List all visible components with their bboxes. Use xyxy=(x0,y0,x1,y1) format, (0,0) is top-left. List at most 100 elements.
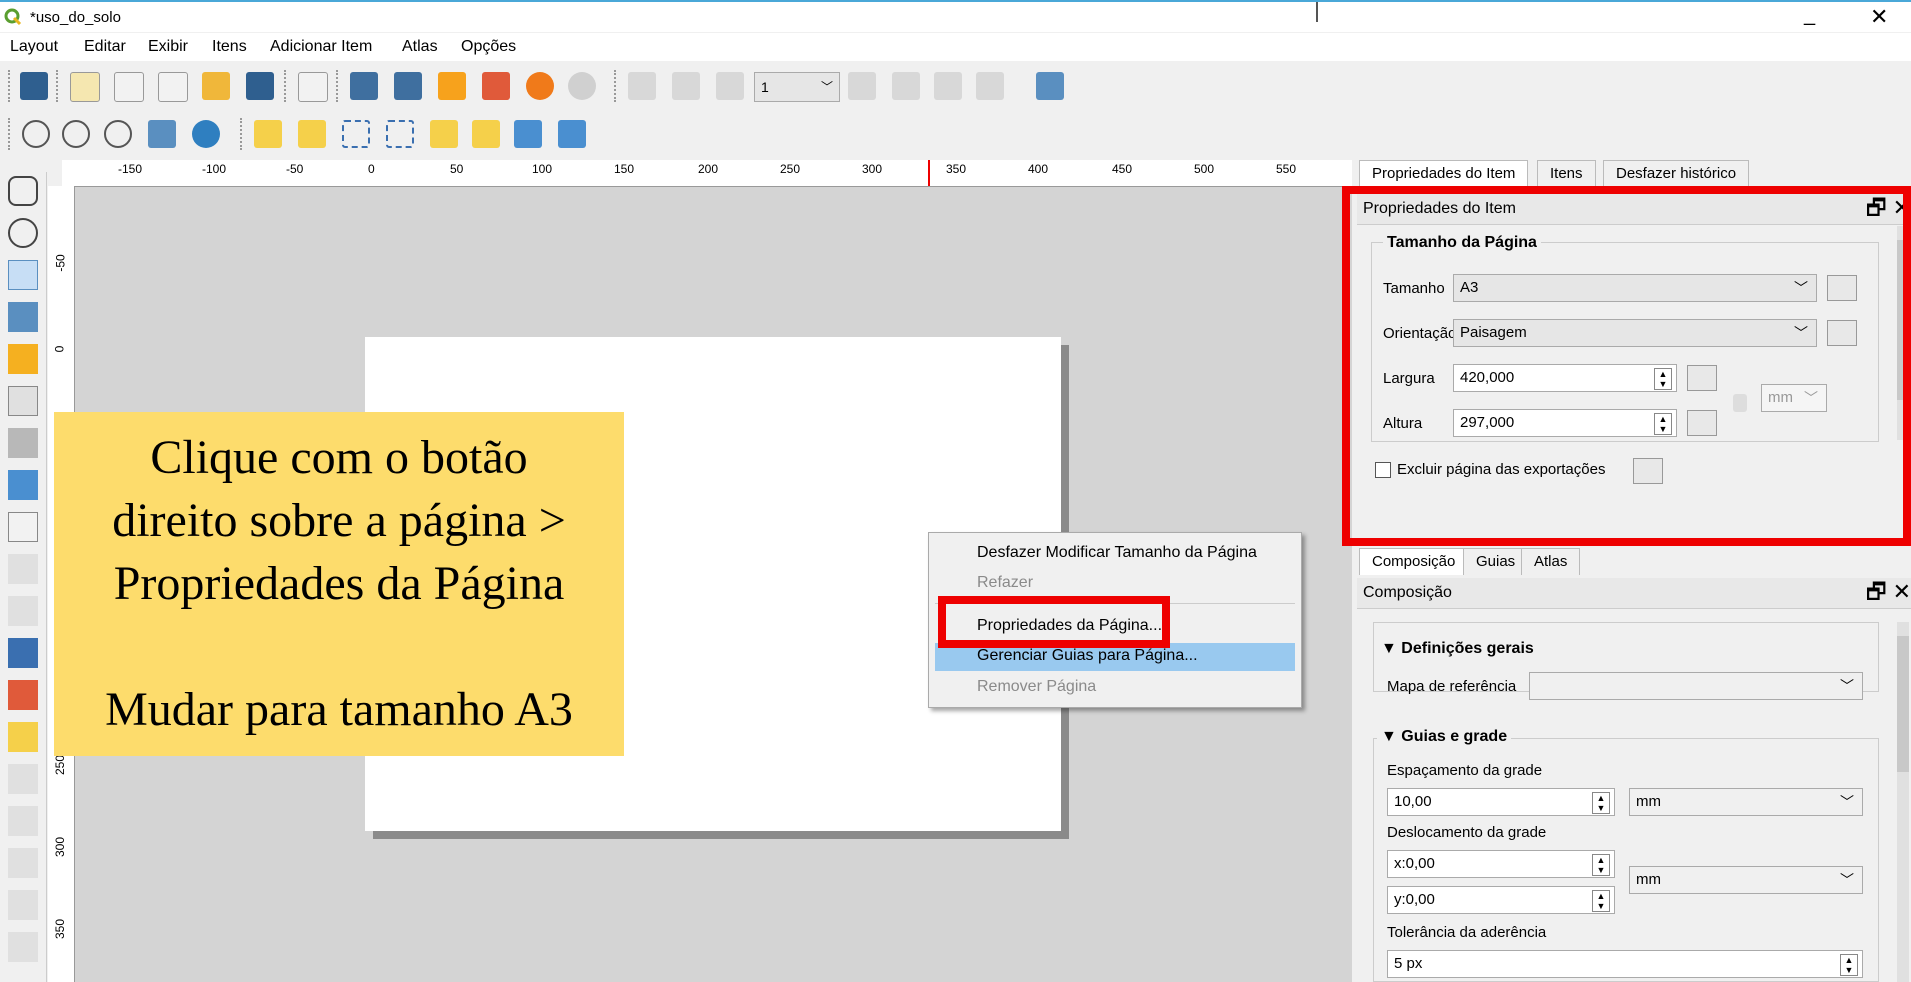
add-legend-icon[interactable] xyxy=(8,554,38,584)
spin-arrows-icon[interactable]: ▲ ▼ xyxy=(1840,954,1858,976)
scrollbar-thumb[interactable] xyxy=(1897,636,1909,772)
add-map-icon[interactable] xyxy=(8,386,38,416)
new-page-icon[interactable] xyxy=(298,72,328,102)
toolbar-grip[interactable] xyxy=(240,118,245,150)
export-image-icon[interactable] xyxy=(394,72,422,100)
toolbar-grip[interactable] xyxy=(284,70,289,102)
spin-arrows-icon[interactable]: ▲ ▼ xyxy=(1592,792,1610,814)
select-move-icon[interactable] xyxy=(8,260,38,290)
align-left-icon[interactable] xyxy=(472,120,500,148)
grid-offset-unit-combo[interactable]: mm ﹀ xyxy=(1629,866,1863,894)
menu-layout[interactable]: Layout xyxy=(10,38,58,56)
distribute-icon[interactable] xyxy=(514,120,542,148)
toolbar-grip[interactable] xyxy=(56,70,61,102)
offset-y-spinbox[interactable]: y:0,00 ▲ ▼ xyxy=(1387,886,1615,914)
pan-hand-icon[interactable] xyxy=(8,176,38,206)
zoom-out-icon[interactable] xyxy=(62,120,90,148)
export-pdf-icon[interactable] xyxy=(482,72,510,100)
atlas-settings-icon[interactable] xyxy=(1036,72,1064,100)
offset-x-spinbox[interactable]: x:0,00 ▲ ▼ xyxy=(1387,850,1615,878)
layout-manager-icon[interactable] xyxy=(158,72,188,102)
tab-guides[interactable]: Guias xyxy=(1463,548,1529,575)
menu-editar[interactable]: Editar xyxy=(84,38,126,56)
float-panel-icon[interactable]: 🗗 xyxy=(1866,579,1887,604)
add-scalebar-icon[interactable] xyxy=(8,596,38,626)
menu-adicionar-item[interactable]: Adicionar Item xyxy=(270,38,372,56)
redo-icon[interactable] xyxy=(568,72,596,100)
snap-tolerance-value: 5 px xyxy=(1394,955,1423,972)
toolbar-grip[interactable] xyxy=(8,118,13,150)
raise-items-icon[interactable] xyxy=(430,120,458,148)
general-group-title[interactable]: ▼ Definições gerais xyxy=(1377,640,1538,658)
left-toolbox xyxy=(0,172,47,982)
last-feature-icon[interactable] xyxy=(892,72,920,100)
print-icon[interactable] xyxy=(350,72,378,100)
toolbar-grip[interactable] xyxy=(8,70,13,102)
ref-map-combo[interactable]: ﹀ xyxy=(1529,672,1863,700)
zoom-in-icon[interactable] xyxy=(22,120,50,148)
move-content-icon[interactable] xyxy=(8,302,38,332)
add-label-icon[interactable] xyxy=(8,512,38,542)
edit-nodes-icon[interactable] xyxy=(8,344,38,374)
tab-items[interactable]: Itens xyxy=(1537,160,1596,187)
ruler-tick-label: 250 xyxy=(780,162,801,176)
add-picture-icon[interactable] xyxy=(8,470,38,500)
close-button[interactable]: ✕ xyxy=(1870,4,1888,30)
grid-spacing-spinbox[interactable]: 10,00 ▲ ▼ xyxy=(1387,788,1615,816)
zoom-actual-icon[interactable] xyxy=(104,120,132,148)
tab-item-properties[interactable]: Propriedades do Item xyxy=(1359,160,1529,187)
grid-spacing-unit-combo[interactable]: mm ﹀ xyxy=(1629,788,1863,816)
previous-feature-icon[interactable] xyxy=(716,72,744,100)
tab-composition[interactable]: Composição xyxy=(1359,548,1469,575)
lock-items-icon[interactable] xyxy=(254,120,282,148)
save-icon[interactable] xyxy=(20,72,48,100)
menu-item-redo[interactable]: Refazer xyxy=(977,574,1033,592)
add-html-icon[interactable] xyxy=(8,848,38,878)
undo-icon[interactable] xyxy=(526,72,554,100)
menu-item-manage-guides[interactable]: Gerenciar Guias para Página... xyxy=(977,647,1198,665)
menu-itens[interactable]: Itens xyxy=(212,38,247,56)
atlas-preview-icon[interactable] xyxy=(628,72,656,100)
add-shape-icon[interactable] xyxy=(8,680,38,710)
export-svg-icon[interactable] xyxy=(438,72,466,100)
refresh-icon[interactable] xyxy=(192,120,220,148)
tab-undo-history[interactable]: Desfazer histórico xyxy=(1603,160,1750,187)
add-attribute-table-icon[interactable] xyxy=(8,890,38,920)
ungroup-items-icon[interactable] xyxy=(386,120,414,148)
toolbar-grip[interactable] xyxy=(614,70,619,102)
composition-scrollbar[interactable] xyxy=(1897,622,1909,982)
zoom-full-icon[interactable] xyxy=(148,120,176,148)
menu-opcoes[interactable]: Opções xyxy=(461,38,516,56)
duplicate-layout-icon[interactable] xyxy=(114,72,144,102)
menu-exibir[interactable]: Exibir xyxy=(148,38,188,56)
export-atlas-icon[interactable] xyxy=(976,72,1004,100)
toolbar-grip[interactable] xyxy=(336,70,341,102)
minimize-button[interactable]: _ xyxy=(1804,4,1815,27)
add-3d-map-icon[interactable] xyxy=(8,428,38,458)
first-feature-icon[interactable] xyxy=(672,72,700,100)
save-template-icon[interactable] xyxy=(246,72,274,100)
menu-item-undo[interactable]: Desfazer Modificar Tamanho da Página xyxy=(977,544,1257,562)
add-polygon-icon[interactable] xyxy=(8,806,38,836)
spin-arrows-icon[interactable]: ▲ ▼ xyxy=(1592,890,1610,912)
open-folder-icon[interactable] xyxy=(202,72,230,100)
add-fixed-table-icon[interactable] xyxy=(8,932,38,962)
menu-item-remove-page[interactable]: Remover Página xyxy=(977,678,1096,696)
zoom-tool-icon[interactable] xyxy=(8,218,38,248)
new-layout-icon[interactable] xyxy=(70,72,100,102)
atlas-page-combo[interactable]: 1 ﹀ xyxy=(754,72,840,102)
resize-icon[interactable] xyxy=(558,120,586,148)
spin-arrows-icon[interactable]: ▲ ▼ xyxy=(1592,854,1610,876)
close-panel-icon[interactable]: ✕ xyxy=(1893,579,1911,604)
tab-atlas[interactable]: Atlas xyxy=(1521,548,1581,575)
group-items-icon[interactable] xyxy=(342,120,370,148)
snap-tolerance-spinbox[interactable]: 5 px ▲ ▼ xyxy=(1387,950,1863,978)
menu-atlas[interactable]: Atlas xyxy=(402,38,438,56)
add-marker-icon[interactable] xyxy=(8,722,38,752)
next-feature-icon[interactable] xyxy=(848,72,876,100)
add-north-arrow-icon[interactable] xyxy=(8,638,38,668)
guides-group-title[interactable]: ▼ Guias e grade xyxy=(1377,728,1512,746)
print-atlas-icon[interactable] xyxy=(934,72,962,100)
add-arrow-icon[interactable] xyxy=(8,764,38,794)
unlock-items-icon[interactable] xyxy=(298,120,326,148)
